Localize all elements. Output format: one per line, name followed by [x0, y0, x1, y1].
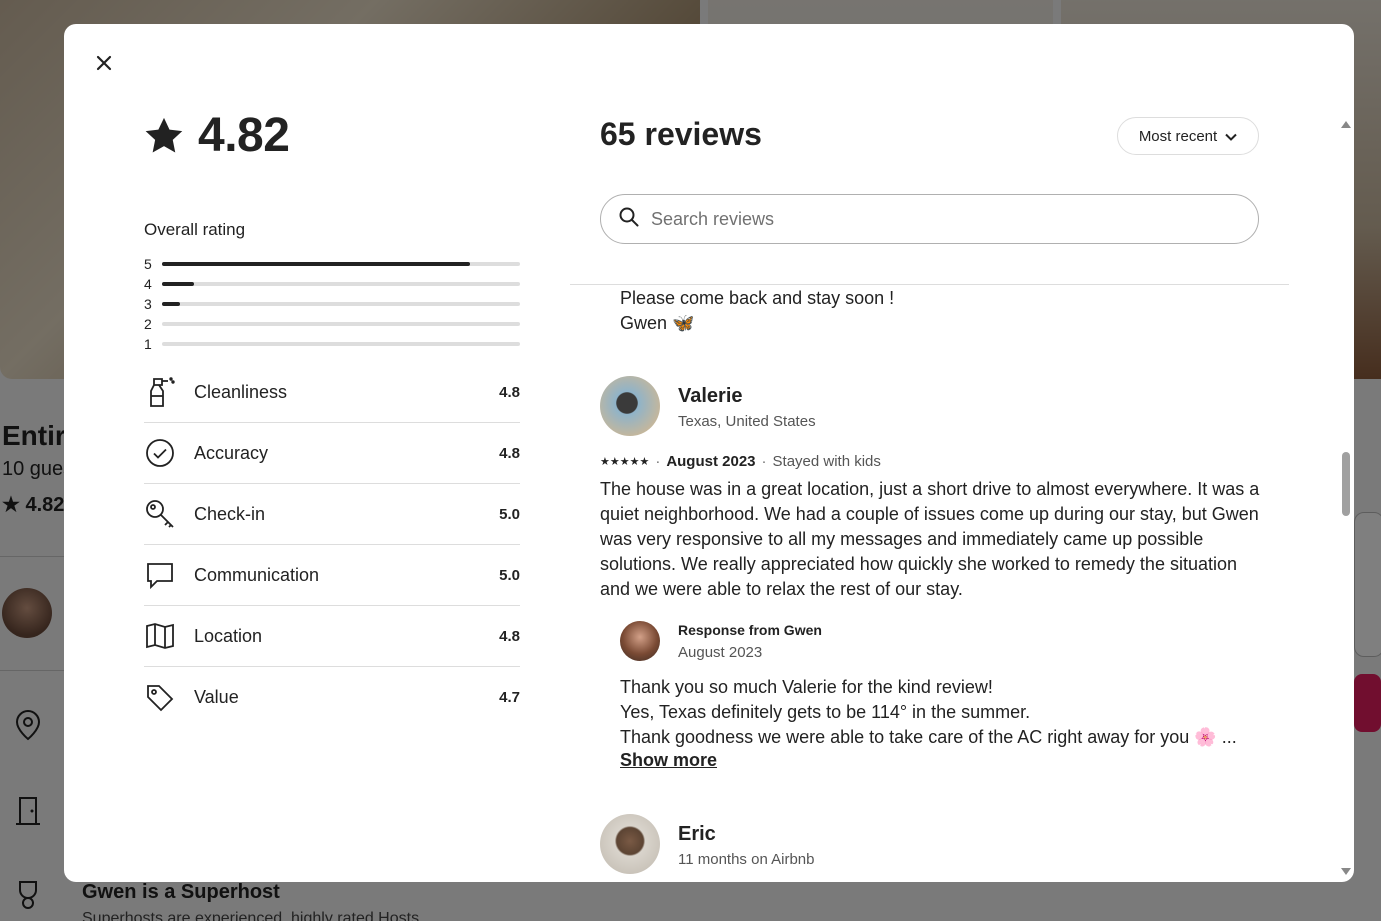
overall-rating-value: 4.82 — [198, 109, 290, 162]
response-line: Thank you so much Valerie for the kind r… — [620, 677, 993, 697]
reviewer-name: Eric — [678, 822, 716, 845]
category-score: 4.8 — [499, 444, 520, 462]
sort-label: Most recent — [1138, 127, 1218, 145]
show-more-link[interactable]: Show more — [620, 750, 717, 771]
scrollbar-thumb[interactable] — [1342, 452, 1350, 516]
response-from: Response from Gwen — [678, 621, 822, 638]
response-line: Gwen 🦋 — [620, 313, 695, 333]
rating-bar-fill — [162, 262, 470, 266]
key-icon — [144, 498, 176, 530]
category-score: 5.0 — [499, 566, 520, 584]
category-location: Location 4.8 — [144, 606, 520, 667]
category-score: 4.8 — [499, 627, 520, 645]
map-icon — [144, 620, 176, 652]
rating-bar-track — [162, 282, 520, 286]
scroll-down-arrow[interactable] — [1341, 868, 1351, 875]
category-value: Value 4.7 — [144, 667, 520, 728]
review-date: August 2023 — [666, 453, 756, 470]
separator-dot: · — [655, 453, 661, 470]
sort-dropdown[interactable]: Most recent — [1117, 117, 1259, 155]
rating-bar-3: 3 — [144, 294, 520, 314]
spray-bottle-icon — [144, 376, 176, 408]
scroll-up-arrow[interactable] — [1341, 121, 1351, 128]
rating-bar-5: 5 — [144, 254, 520, 274]
response-line: Yes, Texas definitely gets to be 114° in… — [620, 702, 1031, 722]
category-name: Check-in — [194, 503, 266, 524]
response-date: August 2023 — [678, 643, 763, 661]
reviews-modal: 4.82 Overall rating 5 4 3 2 1 Cleanliness 4.… — [64, 24, 1354, 882]
host-response: Response from Gwen August 2023 Thank you… — [620, 621, 1260, 771]
avatar[interactable] — [600, 376, 660, 436]
category-name: Location — [194, 625, 263, 646]
reviews-count-title: 65 reviews — [600, 116, 762, 152]
close-icon — [96, 55, 112, 74]
rating-bar-2: 2 — [144, 314, 520, 334]
avatar[interactable] — [600, 814, 660, 874]
star-icon — [144, 116, 184, 156]
rating-bar-fill — [162, 282, 195, 286]
response-header: Response from Gwen August 2023 — [620, 621, 1260, 661]
check-circle-icon — [144, 437, 176, 469]
category-check-in: Check-in 5.0 — [144, 484, 520, 545]
rating-bar-4: 4 — [144, 274, 520, 294]
category-score: 5.0 — [499, 505, 520, 523]
category-cleanliness: Cleanliness 4.8 — [144, 362, 520, 423]
separator-dot: · — [761, 453, 767, 470]
chat-bubble-icon — [144, 559, 176, 591]
rating-bar-track — [162, 302, 520, 306]
category-name: Value — [194, 687, 239, 707]
reviewer-location: Texas, United States — [678, 412, 816, 430]
rating-bar-track — [162, 322, 520, 326]
rating-bar-label: 5 — [144, 256, 152, 272]
rating-summary: 4.82 — [144, 108, 290, 163]
category-communication: Communication 5.0 — [144, 545, 520, 606]
previous-response-tail: Please come back and stay soon ! Gwen 🦋 — [620, 286, 894, 336]
host-avatar[interactable] — [620, 621, 660, 661]
rating-bar-fill — [162, 302, 180, 306]
review-text: The house was in a great location, just … — [600, 479, 1260, 599]
rating-bar-label: 2 — [144, 316, 152, 332]
response-line: Please come back and stay soon ! — [620, 288, 895, 308]
category-score: 4.8 — [499, 383, 520, 401]
overall-rating-label: Overall rating — [144, 220, 246, 239]
category-name: Accuracy — [194, 442, 269, 463]
category-name: Cleanliness — [194, 381, 288, 402]
rating-distribution: 5 4 3 2 1 — [144, 254, 520, 354]
rating-bar-track — [162, 262, 520, 266]
rating-bar-label: 1 — [144, 336, 152, 352]
category-score: 4.7 — [499, 689, 520, 706]
stay-type: Stayed with kids — [772, 453, 881, 470]
category-name: Communication — [194, 564, 320, 585]
reviews-list[interactable]: Please come back and stay soon ! Gwen 🦋 … — [570, 285, 1348, 882]
review-stars: ★★★★★ — [600, 456, 650, 468]
rating-bar-label: 3 — [144, 296, 152, 312]
rating-bar-label: 4 — [144, 276, 152, 292]
rating-bar-track — [162, 342, 520, 346]
close-button[interactable] — [88, 48, 120, 80]
reviewer-name: Valerie — [678, 384, 743, 407]
response-text: Thank you so much Valerie for the kind r… — [620, 675, 1260, 750]
search-input[interactable] — [651, 208, 1211, 230]
category-ratings: Cleanliness 4.8 Accuracy 4.8 Check-in 5.… — [144, 362, 520, 728]
chevron-down-icon — [1225, 128, 1237, 145]
reviewer-tenure: 11 months on Airbnb — [678, 850, 815, 868]
response-line: Thank goodness we were able to take care… — [620, 727, 1237, 747]
review-meta: ★★★★★ · August 2023 · Stayed with kids — [600, 453, 881, 470]
rating-bar-1: 1 — [144, 334, 520, 354]
tag-icon — [144, 682, 176, 714]
category-accuracy: Accuracy 4.8 — [144, 423, 520, 484]
reviewer-header: Valerie Texas, United States — [600, 376, 816, 436]
search-icon — [619, 207, 639, 232]
reviewer-header: Eric 11 months on Airbnb — [600, 814, 814, 874]
search-box[interactable] — [600, 194, 1259, 244]
